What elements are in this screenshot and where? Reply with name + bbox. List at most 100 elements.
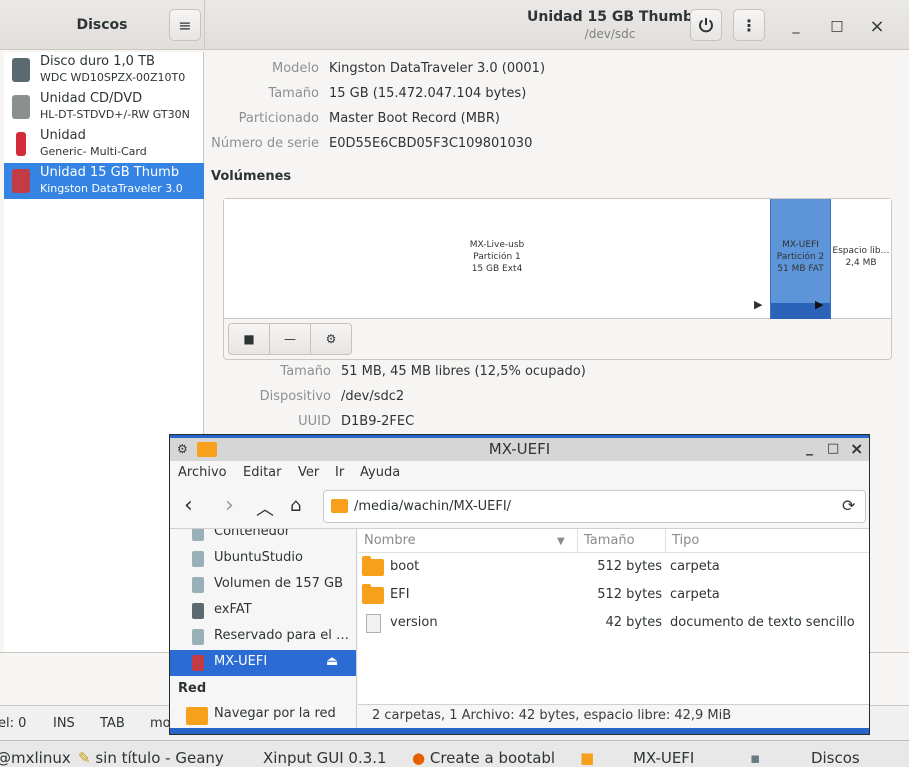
sidebar-item[interactable]: Contenedor bbox=[170, 529, 356, 546]
volumes-panel: MX-Live-usb Partición 1 15 GB Ext4 ▶ MX-… bbox=[223, 198, 892, 360]
folder-icon bbox=[362, 556, 384, 576]
taskbar-label: Xinput GUI 0.3.1 bbox=[263, 749, 387, 767]
up-icon[interactable]: ︿ bbox=[256, 495, 274, 521]
reload-icon[interactable]: ⟳ bbox=[842, 496, 855, 515]
taskbar-label: sin título - Geany bbox=[95, 749, 224, 767]
text-document-icon bbox=[366, 614, 381, 633]
taskbar: @mxlinux ✎ sin título - Geany Xinput GUI… bbox=[0, 740, 909, 767]
stop-icon: ■ bbox=[243, 332, 255, 346]
delete-partition-button[interactable]: — bbox=[269, 323, 311, 355]
fm-toolbar: ‹ › ︿ ⌂ /media/wachin/MX-UEFI/ ⟳ bbox=[170, 485, 869, 529]
power-off-button[interactable] bbox=[690, 9, 722, 41]
taskbar-label: @mxlinux bbox=[0, 749, 71, 767]
device-item[interactable]: Disco duro 1,0 TB WDC WD10SPZX-00Z10T0 bbox=[4, 52, 204, 88]
drive-icon bbox=[192, 629, 204, 645]
sidebar-item[interactable]: exFAT bbox=[170, 598, 356, 624]
serial-value: E0D55E6CBD05F3C109801030 bbox=[329, 136, 533, 151]
menu-archivo[interactable]: Archivo bbox=[178, 465, 227, 480]
model-value: Kingston DataTraveler 3.0 (0001) bbox=[329, 61, 546, 76]
drive-options-button[interactable]: ⋮ bbox=[733, 9, 765, 41]
file-type: documento de texto sencillo bbox=[670, 615, 855, 630]
taskbar-label: Create a bootabl bbox=[429, 749, 556, 767]
minus-icon: — bbox=[284, 332, 296, 346]
unmount-button[interactable]: ■ bbox=[228, 323, 270, 355]
free-space-segment[interactable]: Espacio lib… 2,4 MB bbox=[831, 199, 891, 319]
file-list: Nombre ▼ Tamaño Tipo boot 512 bytes carp… bbox=[358, 529, 869, 704]
back-icon[interactable]: ‹ bbox=[184, 493, 193, 518]
line-status: el: 0 bbox=[0, 716, 27, 731]
close-icon[interactable]: × bbox=[850, 439, 863, 458]
close-button[interactable]: × bbox=[865, 14, 889, 38]
column-size[interactable]: Tamaño bbox=[584, 533, 635, 548]
column-type[interactable]: Tipo bbox=[672, 533, 699, 548]
home-icon[interactable]: ⌂ bbox=[290, 495, 301, 516]
model-label: Modelo bbox=[272, 61, 319, 76]
device-item-selected[interactable]: Unidad 15 GB Thumb Kingston DataTraveler… bbox=[4, 163, 204, 199]
device-name: Unidad 15 GB Thumb bbox=[40, 165, 180, 180]
menu-ayuda[interactable]: Ayuda bbox=[360, 465, 400, 480]
file-list-header: Nombre ▼ Tamaño Tipo bbox=[358, 529, 869, 553]
folder-icon: ■ bbox=[580, 749, 595, 767]
device-item[interactable]: Unidad CD/DVD HL-DT-STDVD+/-RW GT30N bbox=[4, 89, 204, 125]
device-item[interactable]: Unidad Generic- Multi-Card bbox=[4, 126, 204, 162]
menu-button[interactable]: ≡ bbox=[169, 9, 201, 41]
maximize-button[interactable]: □ bbox=[825, 14, 849, 38]
taskbar-item[interactable]: ■ MX-UEFI bbox=[580, 749, 694, 767]
play-icon: ▶ bbox=[815, 298, 824, 311]
eject-icon[interactable]: ⏏ bbox=[326, 654, 338, 669]
taskbar-item[interactable]: Xinput GUI 0.3.1 bbox=[263, 749, 387, 767]
file-manager-window: ⚙ MX-UEFI _ □ × Archivo Editar Ver Ir Ay… bbox=[169, 434, 870, 735]
menu-ir[interactable]: Ir bbox=[335, 465, 344, 480]
file-size: 512 bytes bbox=[597, 559, 662, 574]
menu-ver[interactable]: Ver bbox=[298, 465, 319, 480]
gears-icon: ⚙ bbox=[325, 332, 337, 346]
path-text: /media/wachin/MX-UEFI/ bbox=[354, 499, 512, 514]
location-bar[interactable]: /media/wachin/MX-UEFI/ ⟳ bbox=[323, 490, 866, 523]
sidebar-item[interactable]: Reservado para el … bbox=[170, 624, 356, 650]
minimize-button[interactable]: _ bbox=[784, 14, 808, 38]
forward-icon[interactable]: › bbox=[225, 493, 234, 518]
partition-options-button[interactable]: ⚙ bbox=[310, 323, 352, 355]
hamburger-menu-icon: ≡ bbox=[178, 15, 192, 35]
sidebar-item-network[interactable]: Navegar por la red bbox=[170, 702, 356, 728]
serial-label: Número de serie bbox=[211, 136, 319, 151]
sidebar-item[interactable]: Volumen de 157 GB bbox=[170, 572, 356, 598]
file-row[interactable]: EFI 512 bytes carpeta bbox=[358, 582, 869, 610]
device-model: Generic- Multi-Card bbox=[40, 145, 147, 158]
close-icon: × bbox=[869, 15, 885, 37]
geany-icon: ✎ bbox=[78, 749, 91, 767]
sidebar-item-selected[interactable]: MX-UEFI ⏏ bbox=[170, 650, 356, 676]
tab-status: TAB bbox=[100, 716, 125, 731]
taskbar-item[interactable]: ✎ sin título - Geany bbox=[78, 749, 224, 767]
volume-graph: MX-Live-usb Partición 1 15 GB Ext4 ▶ MX-… bbox=[224, 199, 891, 319]
taskbar-item[interactable]: @mxlinux bbox=[0, 749, 71, 767]
sidebar-item[interactable]: UbuntuStudio bbox=[170, 546, 356, 572]
ins-status: INS bbox=[53, 716, 75, 731]
taskbar-label: Discos bbox=[810, 749, 860, 767]
taskbar-item[interactable]: ● Create a bootabl bbox=[412, 749, 555, 767]
volume-segment-selected[interactable]: MX-UEFI Partición 2 51 MB FAT ▶ bbox=[770, 199, 831, 319]
sidebar-label: Navegar por la red bbox=[214, 706, 336, 721]
volume-info: 51 MB FAT bbox=[777, 264, 824, 274]
network-heading: Red bbox=[178, 681, 207, 696]
minimize-icon[interactable]: _ bbox=[806, 440, 813, 456]
mode-status: mo bbox=[150, 716, 171, 731]
column-name[interactable]: Nombre bbox=[364, 533, 416, 548]
volume-segment[interactable]: MX-Live-usb Partición 1 15 GB Ext4 ▶ bbox=[224, 199, 770, 319]
volume-name: MX-UEFI bbox=[782, 240, 819, 250]
taskbar-item[interactable]: ▪ Discos bbox=[750, 749, 860, 767]
minimize-icon: _ bbox=[792, 18, 800, 34]
maximize-icon: □ bbox=[830, 18, 844, 34]
volume-info: 15 GB Ext4 bbox=[471, 264, 523, 274]
file-name: version bbox=[390, 615, 438, 630]
maximize-icon[interactable]: □ bbox=[827, 441, 839, 456]
fm-titlebar: ⚙ MX-UEFI _ □ × bbox=[170, 435, 869, 461]
file-row[interactable]: boot 512 bytes carpeta bbox=[358, 554, 869, 582]
firefox-icon: ● bbox=[412, 749, 426, 767]
fm-statusbar: 2 carpetas, 1 Archivo: 42 bytes, espacio… bbox=[358, 704, 869, 728]
file-row[interactable]: version 42 bytes documento de texto senc… bbox=[358, 610, 869, 638]
device-name: Unidad CD/DVD bbox=[40, 91, 143, 106]
folder-icon bbox=[331, 499, 348, 513]
file-type: carpeta bbox=[670, 559, 720, 574]
menu-editar[interactable]: Editar bbox=[243, 465, 282, 480]
